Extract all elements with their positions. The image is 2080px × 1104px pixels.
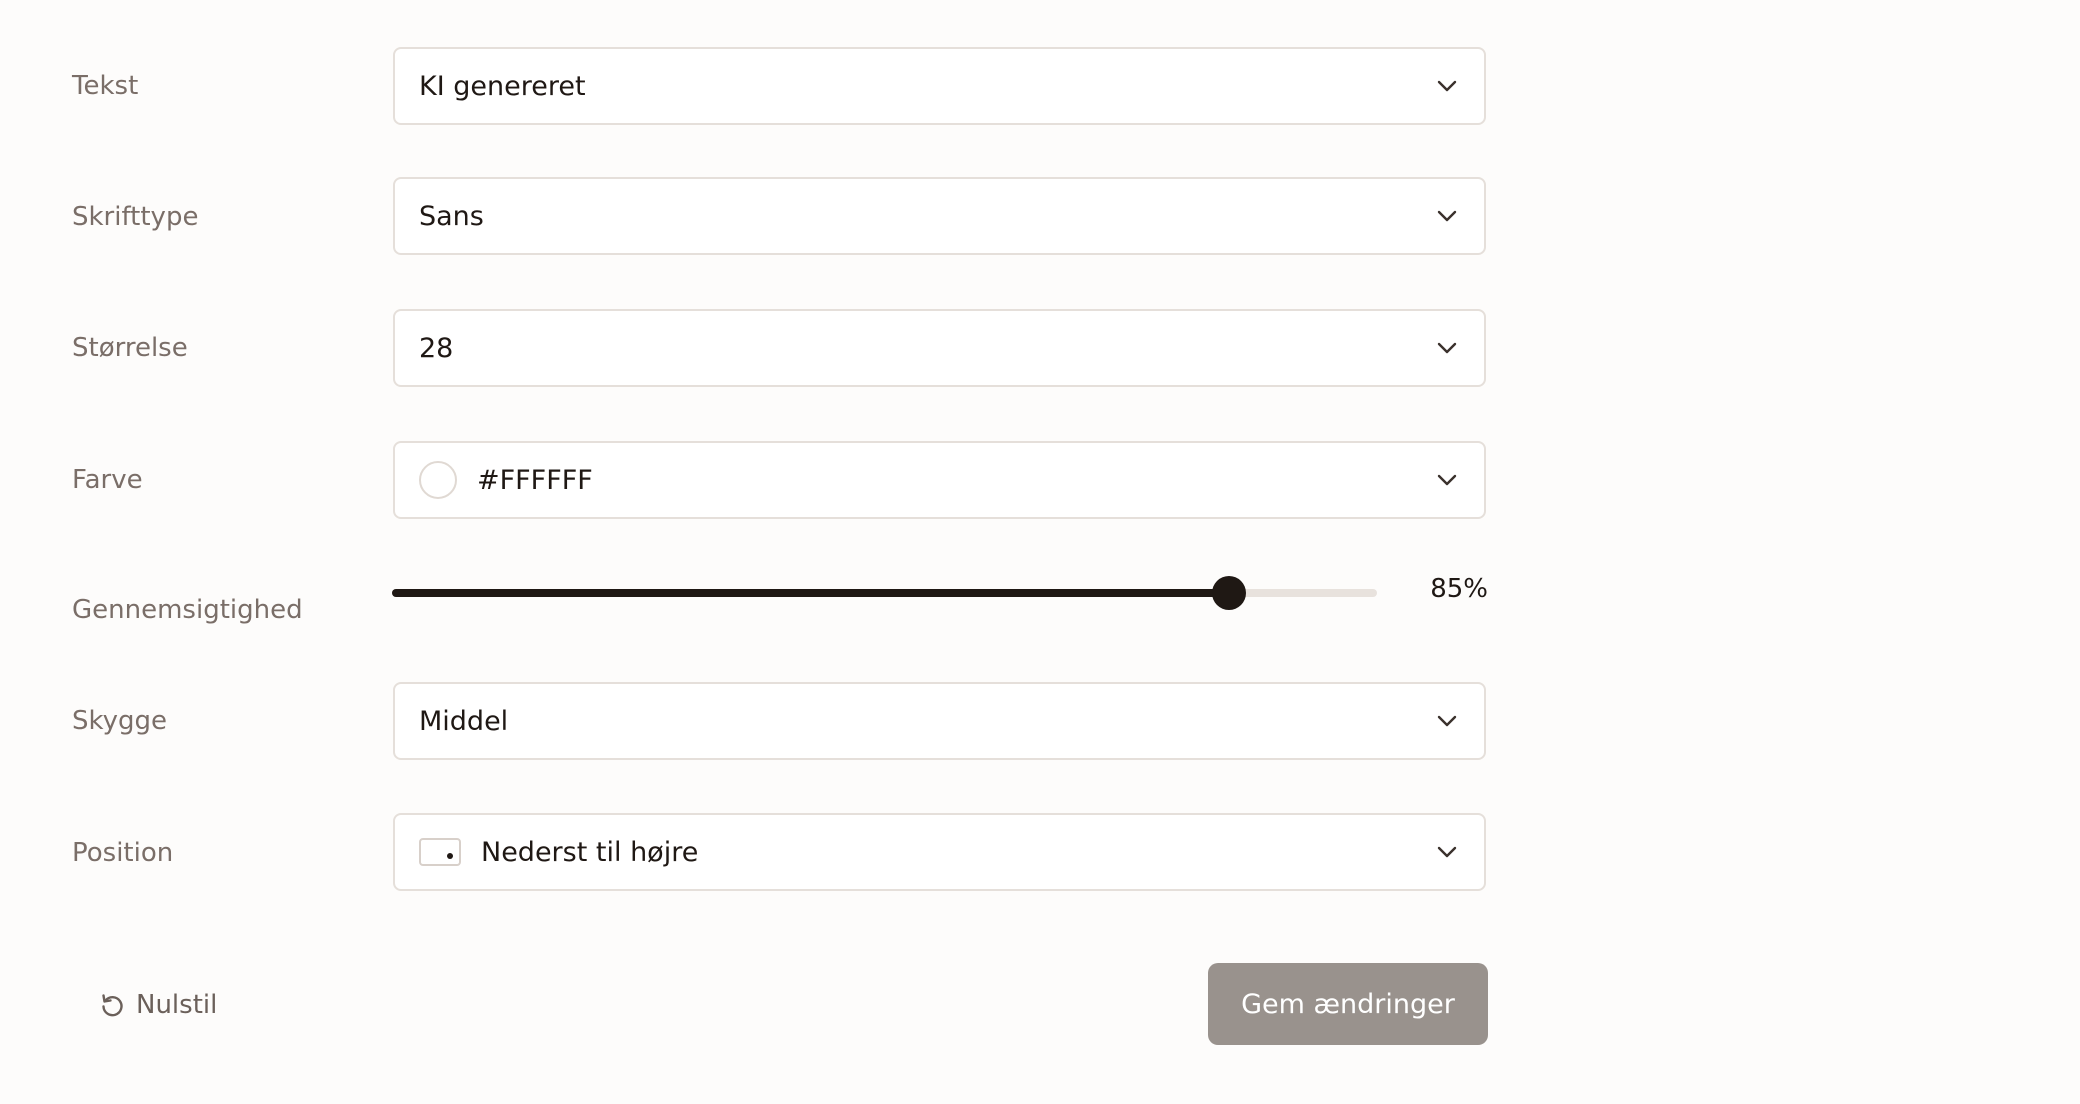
- font-family-value: Sans: [419, 200, 484, 232]
- opacity-slider-thumb[interactable]: [1212, 576, 1247, 610]
- shadow-value: Middel: [419, 705, 509, 737]
- chevron-down-icon: [1437, 80, 1457, 92]
- reset-label: Nulstil: [136, 990, 218, 1020]
- chevron-down-icon: [1437, 342, 1457, 354]
- save-button[interactable]: Gem ændringer: [1208, 963, 1488, 1045]
- opacity-slider[interactable]: [392, 576, 1377, 610]
- chevron-down-icon: [1437, 715, 1457, 727]
- shadow-label: Skygge: [72, 706, 168, 736]
- font-size-select[interactable]: 28: [393, 309, 1486, 387]
- position-label: Position: [72, 838, 174, 868]
- position-bottom-right-icon: [419, 838, 461, 866]
- color-swatch: [419, 461, 457, 499]
- opacity-label: Gennemsigtighed: [72, 595, 303, 625]
- position-select[interactable]: Nederst til højre: [393, 813, 1486, 891]
- color-label: Farve: [72, 465, 143, 495]
- color-select[interactable]: #FFFFFF: [393, 441, 1486, 519]
- reset-button[interactable]: Nulstil: [98, 985, 217, 1025]
- reset-icon: [102, 994, 123, 1017]
- font-family-select[interactable]: Sans: [393, 177, 1486, 255]
- position-value: Nederst til højre: [481, 836, 699, 868]
- font-size-label: Størrelse: [72, 333, 188, 363]
- font-size-value: 28: [419, 332, 454, 364]
- color-value: #FFFFFF: [477, 464, 593, 496]
- opacity-slider-fill: [392, 589, 1230, 597]
- text-source-label: Tekst: [72, 71, 139, 101]
- chevron-down-icon: [1437, 210, 1457, 222]
- font-family-label: Skrifttype: [72, 202, 199, 232]
- shadow-select[interactable]: Middel: [393, 682, 1486, 760]
- chevron-down-icon: [1437, 846, 1457, 858]
- text-source-select[interactable]: KI genereret: [393, 47, 1486, 125]
- chevron-down-icon: [1437, 474, 1457, 486]
- text-source-value: KI genereret: [419, 70, 586, 102]
- opacity-value: 85%: [1430, 574, 1488, 604]
- position-dot: [447, 853, 453, 859]
- save-label: Gem ændringer: [1241, 988, 1455, 1020]
